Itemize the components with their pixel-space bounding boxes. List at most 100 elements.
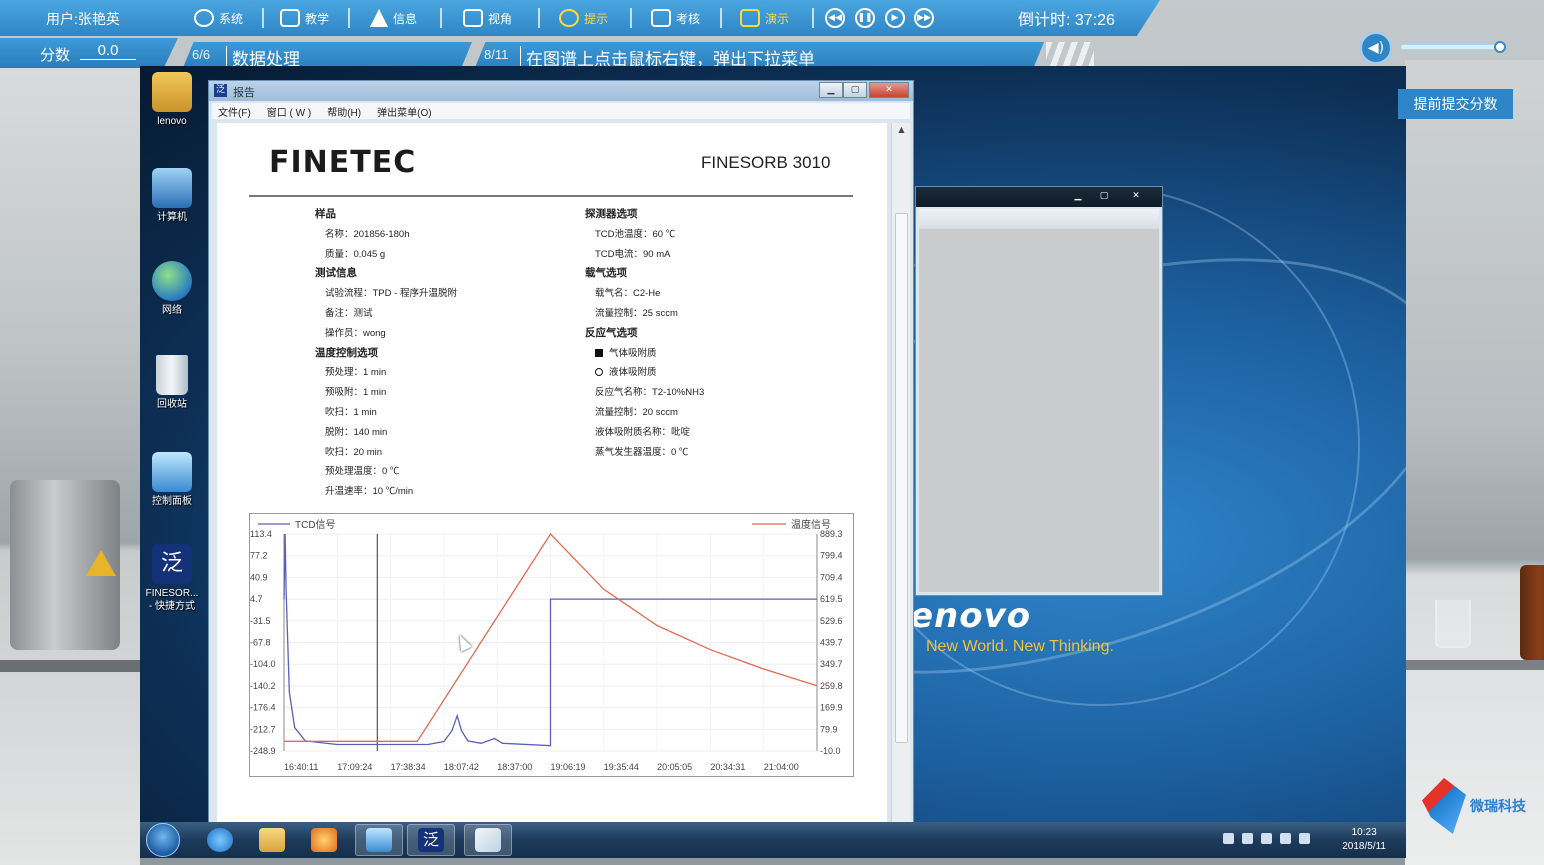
- report-field-text: 操作员：wong: [325, 327, 386, 339]
- chart-x-tick: 16:40:11: [284, 762, 318, 772]
- taskbar-item[interactable]: [248, 824, 296, 856]
- taskbar-item[interactable]: [464, 824, 512, 856]
- report-field: 预吸附：1 min: [315, 383, 457, 403]
- volume-slider[interactable]: [1400, 41, 1506, 53]
- report-field-text: 探测器选项: [585, 208, 638, 220]
- taskbar: 泛 10:23 2018/5/11: [140, 822, 1406, 858]
- chart-y-right-tick: 619.5: [820, 594, 843, 604]
- rewind-icon[interactable]: ◀◀: [825, 8, 845, 28]
- report-field: TCD池温度：60 ℃: [585, 225, 704, 245]
- assessment-button[interactable]: 考核: [651, 6, 700, 30]
- chart-y-right-tick: 259.8: [820, 681, 843, 691]
- demo-button-label: 演示: [765, 11, 790, 26]
- score-value: 0.0: [80, 42, 136, 60]
- tpd-chart-svg[interactable]: 113.4 77.2 40.9 4.7 -31.5 -67.8 -104.0 -140.2 -1…: [250, 514, 853, 776]
- toolbar-separator: [630, 8, 632, 28]
- taskbar-item[interactable]: [355, 824, 403, 856]
- report-field-text: 预处理：1 min: [325, 367, 387, 379]
- desktop-icon-label: 控制面板: [152, 496, 192, 507]
- toolbar-separator: [262, 8, 264, 28]
- chart-y-left-tick: -176.4: [250, 703, 276, 713]
- play-icon[interactable]: ▶: [885, 8, 905, 28]
- taskbar-item[interactable]: 泛: [407, 824, 455, 856]
- report-field-text: 升温速率：10 ℃/min: [325, 486, 414, 498]
- fast-forward-icon[interactable]: ▶▶: [914, 8, 934, 28]
- report-field: 试验流程：TPD - 程序升温脱附: [315, 284, 457, 304]
- lab-background-left: [0, 60, 140, 865]
- vertical-scrollbar[interactable]: ▲: [891, 123, 910, 825]
- speaker-icon[interactable]: [1299, 833, 1310, 844]
- system-button[interactable]: 系统: [194, 6, 243, 30]
- internet-explorer-icon: [207, 828, 233, 852]
- volume-icon[interactable]: ◀): [1360, 32, 1392, 64]
- taskbar-item[interactable]: [196, 824, 244, 856]
- submit-score-button[interactable]: 提前提交分数: [1398, 89, 1513, 119]
- background-window-body: [919, 209, 1159, 592]
- chart-x-tick: 18:07:42: [444, 762, 479, 772]
- minimize-button[interactable]: ▁: [1066, 188, 1090, 204]
- desktop-icon-network[interactable]: 网络: [140, 261, 204, 317]
- close-button[interactable]: ✕: [1124, 188, 1148, 204]
- teaching-button[interactable]: 教学: [280, 6, 329, 30]
- view-button[interactable]: 视角: [463, 6, 512, 30]
- menu-window[interactable]: 窗口 ( W ): [267, 104, 311, 119]
- desktop-icon-recycle-bin[interactable]: 回收站: [140, 355, 204, 411]
- maximize-button[interactable]: ▢: [1092, 188, 1116, 204]
- report-section-heading: 反应气选项: [585, 324, 704, 344]
- info-button[interactable]: 信息: [370, 6, 417, 30]
- finesorb-app-icon: 泛: [214, 84, 227, 97]
- legend-label-tcd: TCD信号: [295, 519, 336, 531]
- lab-background-right: [1405, 60, 1544, 865]
- taskbar-item[interactable]: [300, 824, 348, 856]
- chart-y-right-tick: 439.7: [820, 638, 843, 648]
- menu-popup[interactable]: 弹出菜单(O): [377, 104, 431, 119]
- tpd-chart[interactable]: 113.4 77.2 40.9 4.7 -31.5 -67.8 -104.0 -140.2 -1…: [249, 513, 854, 777]
- desktop-icon-label: FINESOR... - 快捷方式: [145, 588, 199, 612]
- keyboard-icon[interactable]: [1223, 833, 1234, 844]
- demo-button[interactable]: 演示: [740, 6, 789, 30]
- report-field: 蒸气发生器温度：0 ℃: [585, 443, 704, 463]
- system-button-label: 系统: [219, 11, 244, 26]
- close-button[interactable]: ✕: [869, 82, 909, 98]
- help-icon[interactable]: [1242, 833, 1253, 844]
- volume-knob[interactable]: [1493, 41, 1506, 53]
- background-window[interactable]: ▁ ▢ ✕: [915, 186, 1163, 596]
- report-window-titlebar[interactable]: 泛 报告 ▁ ▢ ✕: [209, 81, 913, 101]
- menu-help[interactable]: 帮助(H): [327, 104, 361, 119]
- start-button[interactable]: [146, 823, 180, 857]
- reagent-bottle-icon: [1520, 565, 1544, 660]
- scroll-up-icon[interactable]: ▲: [895, 125, 908, 137]
- minimize-button[interactable]: ▁: [819, 82, 843, 98]
- flag-icon[interactable]: [1280, 833, 1291, 844]
- background-window-titlebar[interactable]: ▁ ▢ ✕: [916, 187, 1162, 207]
- report-window[interactable]: 泛 报告 ▁ ▢ ✕ 文件(F) 窗口 ( W ) 帮助(H) 弹出菜单(O) …: [208, 80, 914, 826]
- scrollbar-thumb[interactable]: [895, 213, 908, 743]
- desktop-icon-finesorb-shortcut[interactable]: 泛 FINESOR... - 快捷方式: [140, 544, 204, 613]
- toolbar-separator: [812, 8, 814, 28]
- report-field: 操作员：wong: [315, 324, 457, 344]
- hint-button[interactable]: 提示: [559, 6, 608, 30]
- report-right-column: 探测器选项 TCD池温度：60 ℃ TCD电流：90 mA 载气选项 载气名：C2-He…: [585, 205, 704, 462]
- step-progress: 8/11: [484, 47, 509, 62]
- report-field: 备注：测试: [315, 304, 457, 324]
- chart-x-tick: 18:37:00: [497, 762, 532, 772]
- desktop-icon-lenovo[interactable]: lenovo: [140, 72, 204, 128]
- report-field-text: 样品: [315, 208, 336, 220]
- chart-y-right-tick: 169.9: [820, 703, 843, 713]
- pause-icon[interactable]: ❚❚: [855, 8, 875, 28]
- network-tray-icon[interactable]: [1261, 833, 1272, 844]
- menu-file[interactable]: 文件(F): [218, 104, 251, 119]
- chart-x-tick: 19:06:19: [551, 762, 586, 772]
- report-left-column: 样品 名称：201856-180h 质量：0.045 g 测试信息 试验流程：TPD -…: [315, 205, 457, 502]
- maximize-button[interactable]: ▢: [843, 82, 867, 98]
- report-window-title: 报告: [233, 87, 255, 99]
- tray-clock[interactable]: 10:23 2018/5/11: [1342, 826, 1386, 854]
- network-icon: [152, 261, 192, 301]
- chart-y-right-tick: -10.0: [820, 746, 841, 756]
- desktop-icon-control-panel[interactable]: 控制面板: [140, 452, 204, 508]
- chart-y-right-tick: 799.4: [820, 551, 843, 561]
- desktop-icon-computer[interactable]: 计算机: [140, 168, 204, 224]
- chart-x-tick: 20:34:31: [710, 762, 745, 772]
- question-icon: [559, 9, 579, 27]
- desktop-icon-label: 网络: [162, 305, 182, 316]
